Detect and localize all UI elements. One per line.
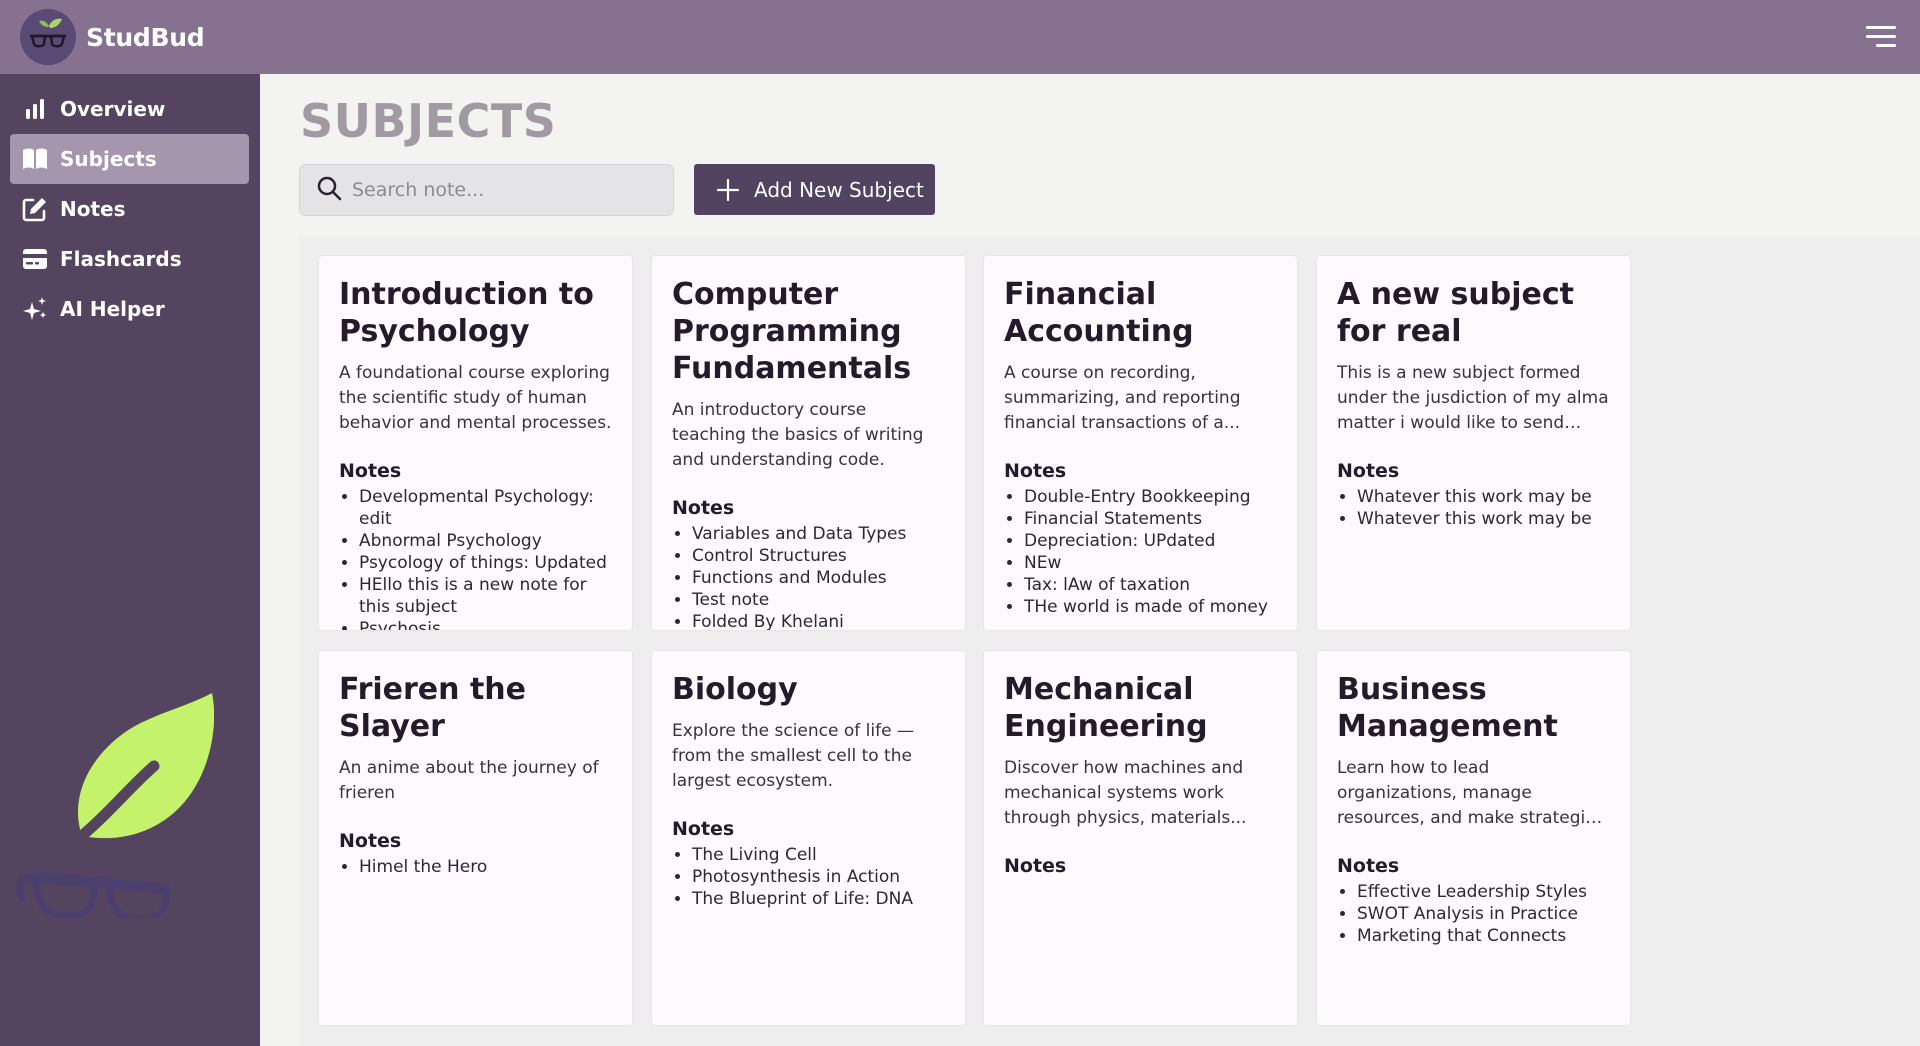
- subject-title: Frieren the Slayer: [339, 672, 526, 744]
- note-item[interactable]: HEllo this is a new note for this subjec…: [359, 574, 612, 618]
- subject-title: Introduction to Psychology: [339, 277, 594, 349]
- leaf-glasses-illustration: [14, 688, 215, 923]
- subject-title: Mechanical Engineering: [1004, 672, 1208, 744]
- sidebar: Overview Subjects Notes Flashcards AI He…: [0, 74, 260, 1046]
- subject-card[interactable]: Business Management Learn how to lead or…: [1317, 651, 1630, 1025]
- note-item[interactable]: Psycology of things: Updated: [359, 552, 612, 574]
- note-item[interactable]: Folded By Khelani: [692, 611, 945, 630]
- note-item[interactable]: NEw: [1024, 552, 1277, 574]
- note-item[interactable]: THe world is made of money: [1024, 596, 1277, 618]
- sidebar-item-overview[interactable]: Overview: [10, 84, 249, 134]
- note-item[interactable]: Depreciation: UPdated: [1024, 530, 1277, 552]
- note-item[interactable]: Psychosis: [359, 618, 612, 630]
- note-item[interactable]: Financial Statements: [1024, 508, 1277, 530]
- notes-list: Himel the Hero: [339, 856, 612, 878]
- notes-list: Developmental Psychology: edit Abnormal …: [339, 486, 612, 630]
- note-item[interactable]: Tax: lAw of taxation: [1024, 574, 1277, 596]
- note-item[interactable]: SWOT Analysis in Practice: [1357, 903, 1610, 925]
- subject-description: A foundational course exploring the scie…: [339, 363, 612, 433]
- note-item[interactable]: Whatever this work may be: [1357, 508, 1610, 530]
- subject-title: Biology: [672, 672, 798, 707]
- sidebar-item-label: Flashcards: [60, 247, 182, 271]
- bar-chart-icon: [22, 96, 48, 122]
- note-item[interactable]: Himel the Hero: [359, 856, 612, 878]
- subject-card[interactable]: A new subject for real This is a new sub…: [1317, 256, 1630, 630]
- subject-description: Learn how to lead organizations, manage …: [1337, 758, 1595, 828]
- notes-list: Whatever this work may be Whatever this …: [1337, 486, 1610, 530]
- notes-heading: Notes: [1004, 855, 1067, 877]
- notes-heading: Notes: [1004, 460, 1067, 482]
- sidebar-item-label: Overview: [60, 97, 166, 121]
- sidebar-item-label: AI Helper: [60, 297, 165, 321]
- search-icon: [316, 175, 342, 205]
- plus-icon: [716, 178, 740, 202]
- subject-description: Discover how machines and mechanical sys…: [1004, 758, 1247, 828]
- note-item[interactable]: Double-Entry Bookkeeping: [1024, 486, 1277, 508]
- main-content: SUBJECTS Add New Subject Introduction to…: [260, 74, 1920, 1046]
- subject-card[interactable]: Introduction to Psychology A foundationa…: [319, 256, 632, 630]
- note-item[interactable]: Control Structures: [692, 545, 945, 567]
- subject-card[interactable]: Financial Accounting A course on recordi…: [984, 256, 1297, 630]
- subject-card[interactable]: Computer Programming Fundamentals An int…: [652, 256, 965, 630]
- note-item[interactable]: Abnormal Psychology: [359, 530, 612, 552]
- notes-list: Variables and Data Types Control Structu…: [672, 523, 945, 630]
- add-new-subject-label: Add New Subject: [754, 177, 924, 202]
- notes-list: The Living Cell Photosynthesis in Action…: [672, 844, 945, 910]
- edit-icon: [22, 196, 48, 222]
- hamburger-menu-icon[interactable]: [1864, 24, 1896, 50]
- logo: [20, 9, 76, 65]
- subject-title: A new subject for real: [1337, 277, 1574, 349]
- subject-card[interactable]: Mechanical Engineering Discover how mach…: [984, 651, 1297, 1025]
- subject-card[interactable]: Biology Explore the science of life — fr…: [652, 651, 965, 1025]
- notes-heading: Notes: [1337, 855, 1400, 877]
- search-box[interactable]: [299, 164, 674, 216]
- note-item[interactable]: The Living Cell: [692, 844, 945, 866]
- subject-description: An anime about the journey of frieren: [339, 758, 599, 803]
- note-item[interactable]: Effective Leadership Styles: [1357, 881, 1610, 903]
- top-bar: StudBud: [0, 0, 1920, 74]
- sidebar-item-flashcards[interactable]: Flashcards: [10, 234, 249, 284]
- brand[interactable]: StudBud: [20, 9, 205, 65]
- sidebar-item-ai-helper[interactable]: AI Helper: [10, 284, 249, 334]
- note-item[interactable]: Test note: [692, 589, 945, 611]
- note-item[interactable]: Marketing that Connects: [1357, 925, 1610, 947]
- notes-heading: Notes: [672, 497, 735, 519]
- subject-title: Financial Accounting: [1004, 277, 1194, 349]
- page-title: SUBJECTS: [300, 94, 557, 148]
- subjects-grid: Introduction to Psychology A foundationa…: [299, 236, 1920, 1046]
- notes-list: Effective Leadership Styles SWOT Analysi…: [1337, 881, 1610, 947]
- notes-heading: Notes: [672, 818, 735, 840]
- note-item[interactable]: The Blueprint of Life: DNA: [692, 888, 945, 910]
- note-item[interactable]: Functions and Modules: [692, 567, 945, 589]
- search-input[interactable]: [352, 179, 652, 201]
- subject-description: An introductory course teaching the basi…: [672, 400, 924, 470]
- notes-heading: Notes: [339, 460, 402, 482]
- note-item[interactable]: Photosynthesis in Action: [692, 866, 945, 888]
- subject-title: Business Management: [1337, 672, 1558, 744]
- notes-heading: Notes: [339, 830, 402, 852]
- sidebar-item-notes[interactable]: Notes: [10, 184, 249, 234]
- note-item[interactable]: Variables and Data Types: [692, 523, 945, 545]
- card-icon: [22, 246, 48, 272]
- book-icon: [22, 146, 48, 172]
- note-item[interactable]: Developmental Psychology: edit: [359, 486, 612, 530]
- sidebar-item-label: Subjects: [60, 147, 157, 171]
- notes-list: Double-Entry Bookkeeping Financial State…: [1004, 486, 1277, 618]
- subject-card[interactable]: Frieren the Slayer An anime about the jo…: [319, 651, 632, 1025]
- note-item[interactable]: Whatever this work may be: [1357, 486, 1610, 508]
- sparkle-icon: [22, 296, 48, 322]
- sidebar-item-subjects[interactable]: Subjects: [10, 134, 249, 184]
- subject-description: A course on recording, summarizing, and …: [1004, 363, 1241, 433]
- subject-description: Explore the science of life — from the s…: [672, 721, 914, 791]
- subject-title: Computer Programming Fundamentals: [672, 277, 912, 386]
- add-new-subject-button[interactable]: Add New Subject: [694, 164, 935, 215]
- app-name: StudBud: [86, 22, 205, 52]
- subject-description: This is a new subject formed under the j…: [1337, 363, 1609, 433]
- notes-heading: Notes: [1337, 460, 1400, 482]
- sidebar-item-label: Notes: [60, 197, 126, 221]
